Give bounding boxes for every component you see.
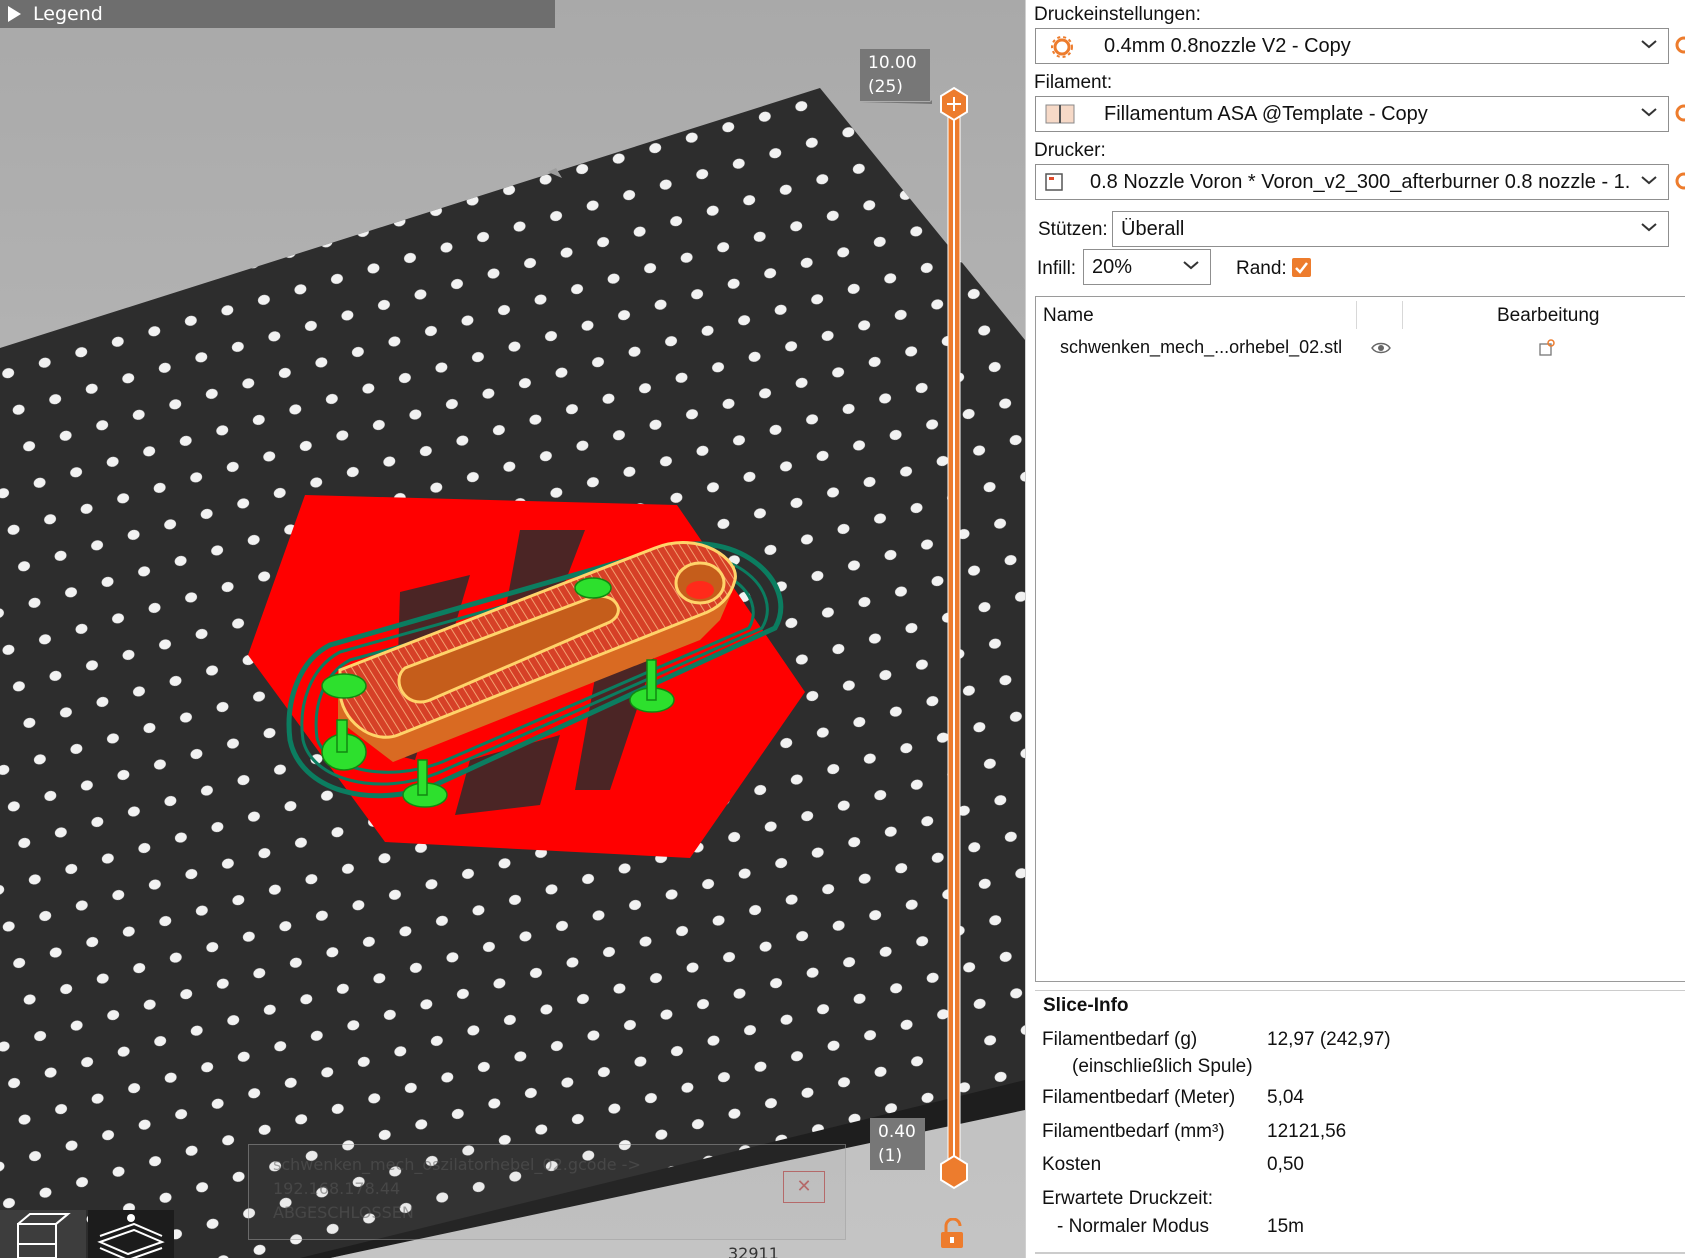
filament-dropdown[interactable]: Fillamentum ASA @Template - Copy (1035, 96, 1669, 132)
slice-info-key: Filamentbedarf (mm³) (1042, 1121, 1225, 1142)
infill-label: Infill: (1037, 258, 1077, 279)
checkmark-icon (1295, 262, 1308, 274)
chevron-down-icon (1641, 108, 1657, 117)
object-list-header: Name Bearbeitung (1036, 297, 1685, 333)
list-item[interactable]: schwenken_mech_...orhebel_02.stl (1036, 335, 1685, 365)
3d-preview-viewport[interactable]: Legend 10.00 (25) 0.40 (1) schwenken_mec… (0, 0, 1025, 1258)
supports-label: Stützen: (1038, 219, 1108, 240)
print-settings-edit-icon[interactable] (1673, 34, 1685, 56)
slice-info-key: - Normaler Modus (1057, 1216, 1210, 1237)
slice-info-key: (einschließlich Spule) (1072, 1056, 1253, 1077)
slider-bottom-layer: (1) (878, 1146, 903, 1166)
spool-icon (1045, 104, 1075, 124)
slider-bottom-handle (940, 1154, 968, 1190)
slice-info-panel: Slice-Info Filamentbedarf (g) 12,97 (242… (1035, 990, 1685, 1253)
slice-info-value: 12121,56 (1267, 1121, 1347, 1142)
gear-icon (1051, 36, 1073, 58)
upload-notification: schwenken_mech_oszilatorhebel_02.gcode -… (248, 1144, 846, 1240)
slice-info-value: 15m (1267, 1216, 1304, 1237)
expand-triangle-icon (8, 6, 21, 22)
slider-bottom-height: 0.40 (878, 1122, 916, 1142)
filament-value: Fillamentum ASA @Template - Copy (1104, 102, 1428, 125)
notification-line-2: 192.168.178.44 (273, 1179, 401, 1198)
print-settings-dropdown[interactable]: 0.4mm 0.8nozzle V2 - Copy (1035, 28, 1669, 64)
unlock-icon[interactable] (938, 1218, 968, 1250)
3d-view-button[interactable] (0, 1210, 86, 1258)
printer-dropdown[interactable]: 0.8 Nozzle Voron * Voron_v2_300_afterbur… (1035, 164, 1669, 200)
filament-edit-icon[interactable] (1673, 102, 1685, 124)
slice-info-value: 5,04 (1267, 1087, 1304, 1108)
preview-view-button[interactable] (88, 1210, 174, 1258)
eye-icon[interactable] (1370, 341, 1392, 355)
printer-icon (1045, 173, 1063, 191)
chevron-down-icon (1183, 261, 1199, 270)
layers-icon (97, 1214, 165, 1258)
printer-label: Drucker: (1034, 140, 1106, 161)
column-name-header[interactable]: Name (1043, 305, 1094, 327)
slice-info-key: Erwartete Druckzeit: (1042, 1188, 1214, 1209)
cube-icon (17, 1213, 71, 1258)
slice-info-value: 0,50 (1267, 1154, 1304, 1175)
printer-value: 0.8 Nozzle Voron * Voron_v2_300_afterbur… (1090, 170, 1630, 193)
column-edit-header[interactable]: Bearbeitung (1497, 305, 1599, 327)
notification-line-1: schwenken_mech_oszilatorhebel_02.gcode -… (273, 1155, 641, 1174)
slice-info-key: Kosten (1042, 1154, 1102, 1175)
slider-top-layer: (25) (868, 77, 903, 97)
bottom-counter: 32911 (728, 1244, 779, 1258)
legend-toggle[interactable]: Legend (0, 0, 555, 28)
slider-top-height: 10.00 (868, 53, 917, 73)
slider-bottom-label: 0.40 (1) (870, 1118, 925, 1170)
printer-edit-icon[interactable] (1673, 170, 1685, 192)
notification-close-icon[interactable]: ✕ (783, 1171, 825, 1203)
brim-checkbox[interactable] (1292, 258, 1311, 277)
chevron-down-icon (1641, 176, 1657, 185)
chevron-down-icon (1641, 40, 1657, 49)
chevron-down-icon (1641, 223, 1657, 232)
slider-top-label: 10.00 (25) (860, 49, 930, 101)
filament-label: Filament: (1034, 72, 1113, 93)
sidebar-panel: Druckeinstellungen: 0.4mm 0.8nozzle V2 -… (1025, 0, 1685, 1258)
infill-dropdown[interactable]: 20% (1083, 249, 1211, 285)
edit-settings-icon[interactable] (1538, 339, 1556, 357)
slice-info-key: Filamentbedarf (g) (1042, 1029, 1198, 1050)
object-name: schwenken_mech_...orhebel_02.stl (1060, 337, 1343, 357)
slice-info-value: 12,97 (242,97) (1267, 1029, 1391, 1050)
supports-dropdown[interactable]: Überall (1112, 211, 1669, 247)
object-list[interactable]: Name Bearbeitung schwenken_mech_...orheb… (1035, 296, 1685, 982)
slice-info-title: Slice-Info (1043, 995, 1129, 1016)
infill-value: 20% (1092, 255, 1133, 278)
legend-label: Legend (33, 3, 103, 25)
print-settings-value: 0.4mm 0.8nozzle V2 - Copy (1104, 34, 1351, 57)
slice-info-key: Filamentbedarf (Meter) (1042, 1087, 1236, 1108)
print-bed-scene (0, 86, 1025, 1258)
view-mode-toggle (0, 1210, 174, 1258)
brim-label: Rand: (1236, 258, 1287, 279)
print-settings-label: Druckeinstellungen: (1034, 4, 1201, 25)
notification-line-3: ABGESCHLOSSEN (273, 1203, 414, 1222)
supports-value: Überall (1121, 217, 1185, 240)
divider (1035, 1252, 1685, 1254)
